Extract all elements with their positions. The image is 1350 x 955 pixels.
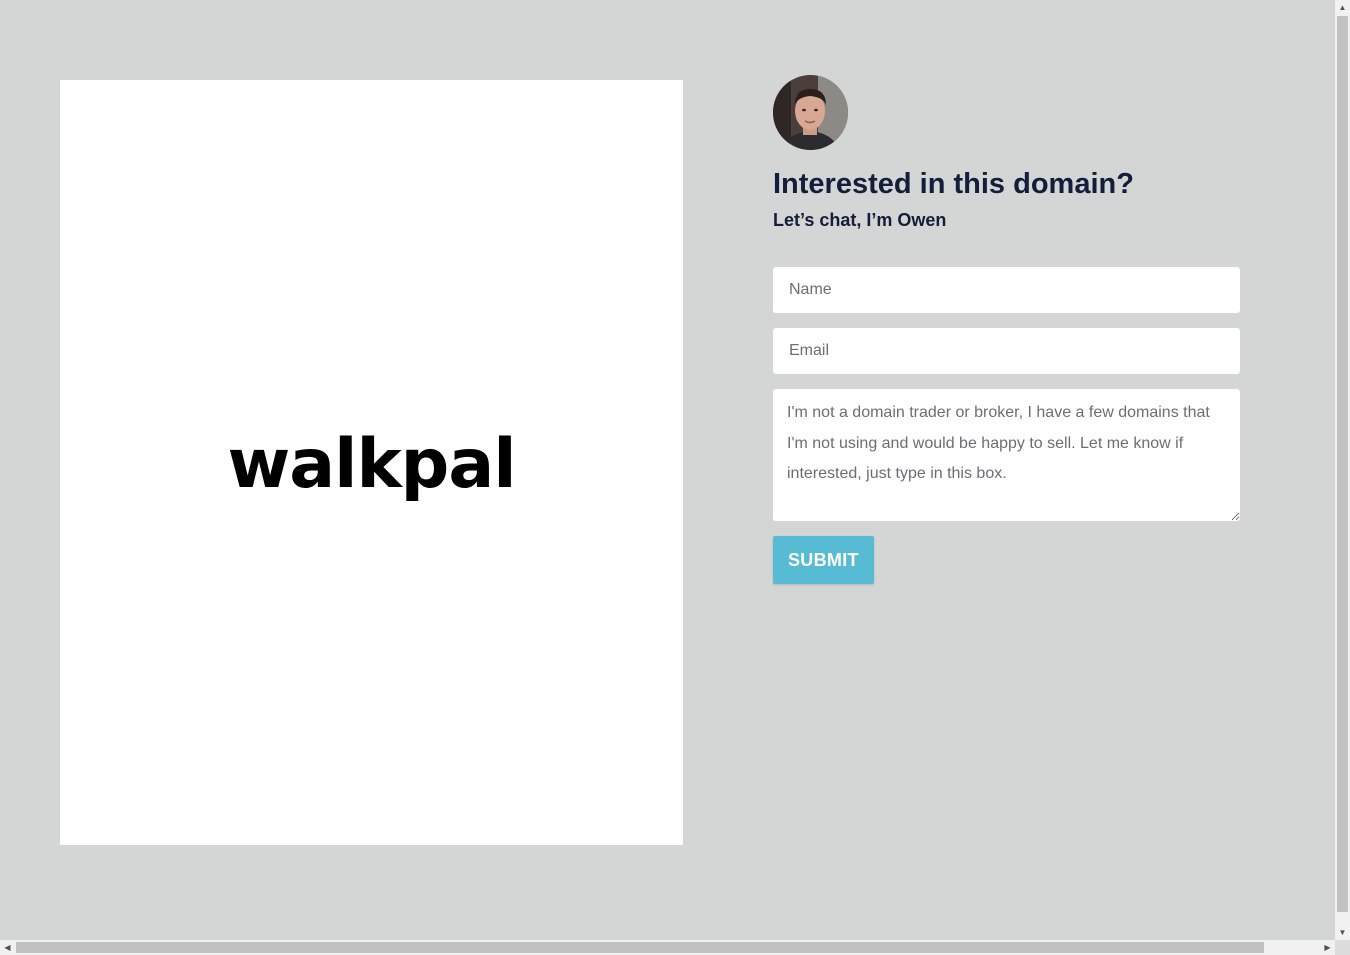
vertical-scroll-thumb[interactable] (1337, 16, 1348, 912)
contact-form: SUBMIT (773, 267, 1240, 584)
scroll-right-arrow-icon[interactable]: ▶ (1320, 940, 1335, 955)
page: walkpal Interested in this domain? Let’s… (0, 0, 1350, 955)
avatar-photo-icon (773, 75, 848, 150)
scroll-up-arrow-icon[interactable]: ▲ (1335, 0, 1350, 15)
contact-panel: Interested in this domain? Let’s chat, I… (773, 75, 1240, 584)
scroll-down-arrow-icon[interactable]: ▼ (1335, 925, 1350, 940)
horizontal-scroll-thumb[interactable] (16, 942, 1264, 953)
submit-button[interactable]: SUBMIT (773, 536, 874, 584)
domain-card: walkpal (60, 80, 683, 845)
headline: Interested in this domain? (773, 168, 1134, 200)
horizontal-scrollbar[interactable]: ◀ ▶ (0, 940, 1335, 955)
message-field[interactable] (773, 389, 1240, 521)
email-field[interactable] (773, 328, 1240, 374)
domain-name: walkpal (227, 425, 516, 504)
scroll-left-arrow-icon[interactable]: ◀ (0, 940, 15, 955)
scrollbar-corner (1335, 940, 1350, 955)
avatar (773, 75, 848, 150)
vertical-scrollbar[interactable]: ▲ ▼ (1335, 0, 1350, 940)
subline: Let’s chat, I’m Owen (773, 210, 947, 230)
name-field[interactable] (773, 267, 1240, 313)
